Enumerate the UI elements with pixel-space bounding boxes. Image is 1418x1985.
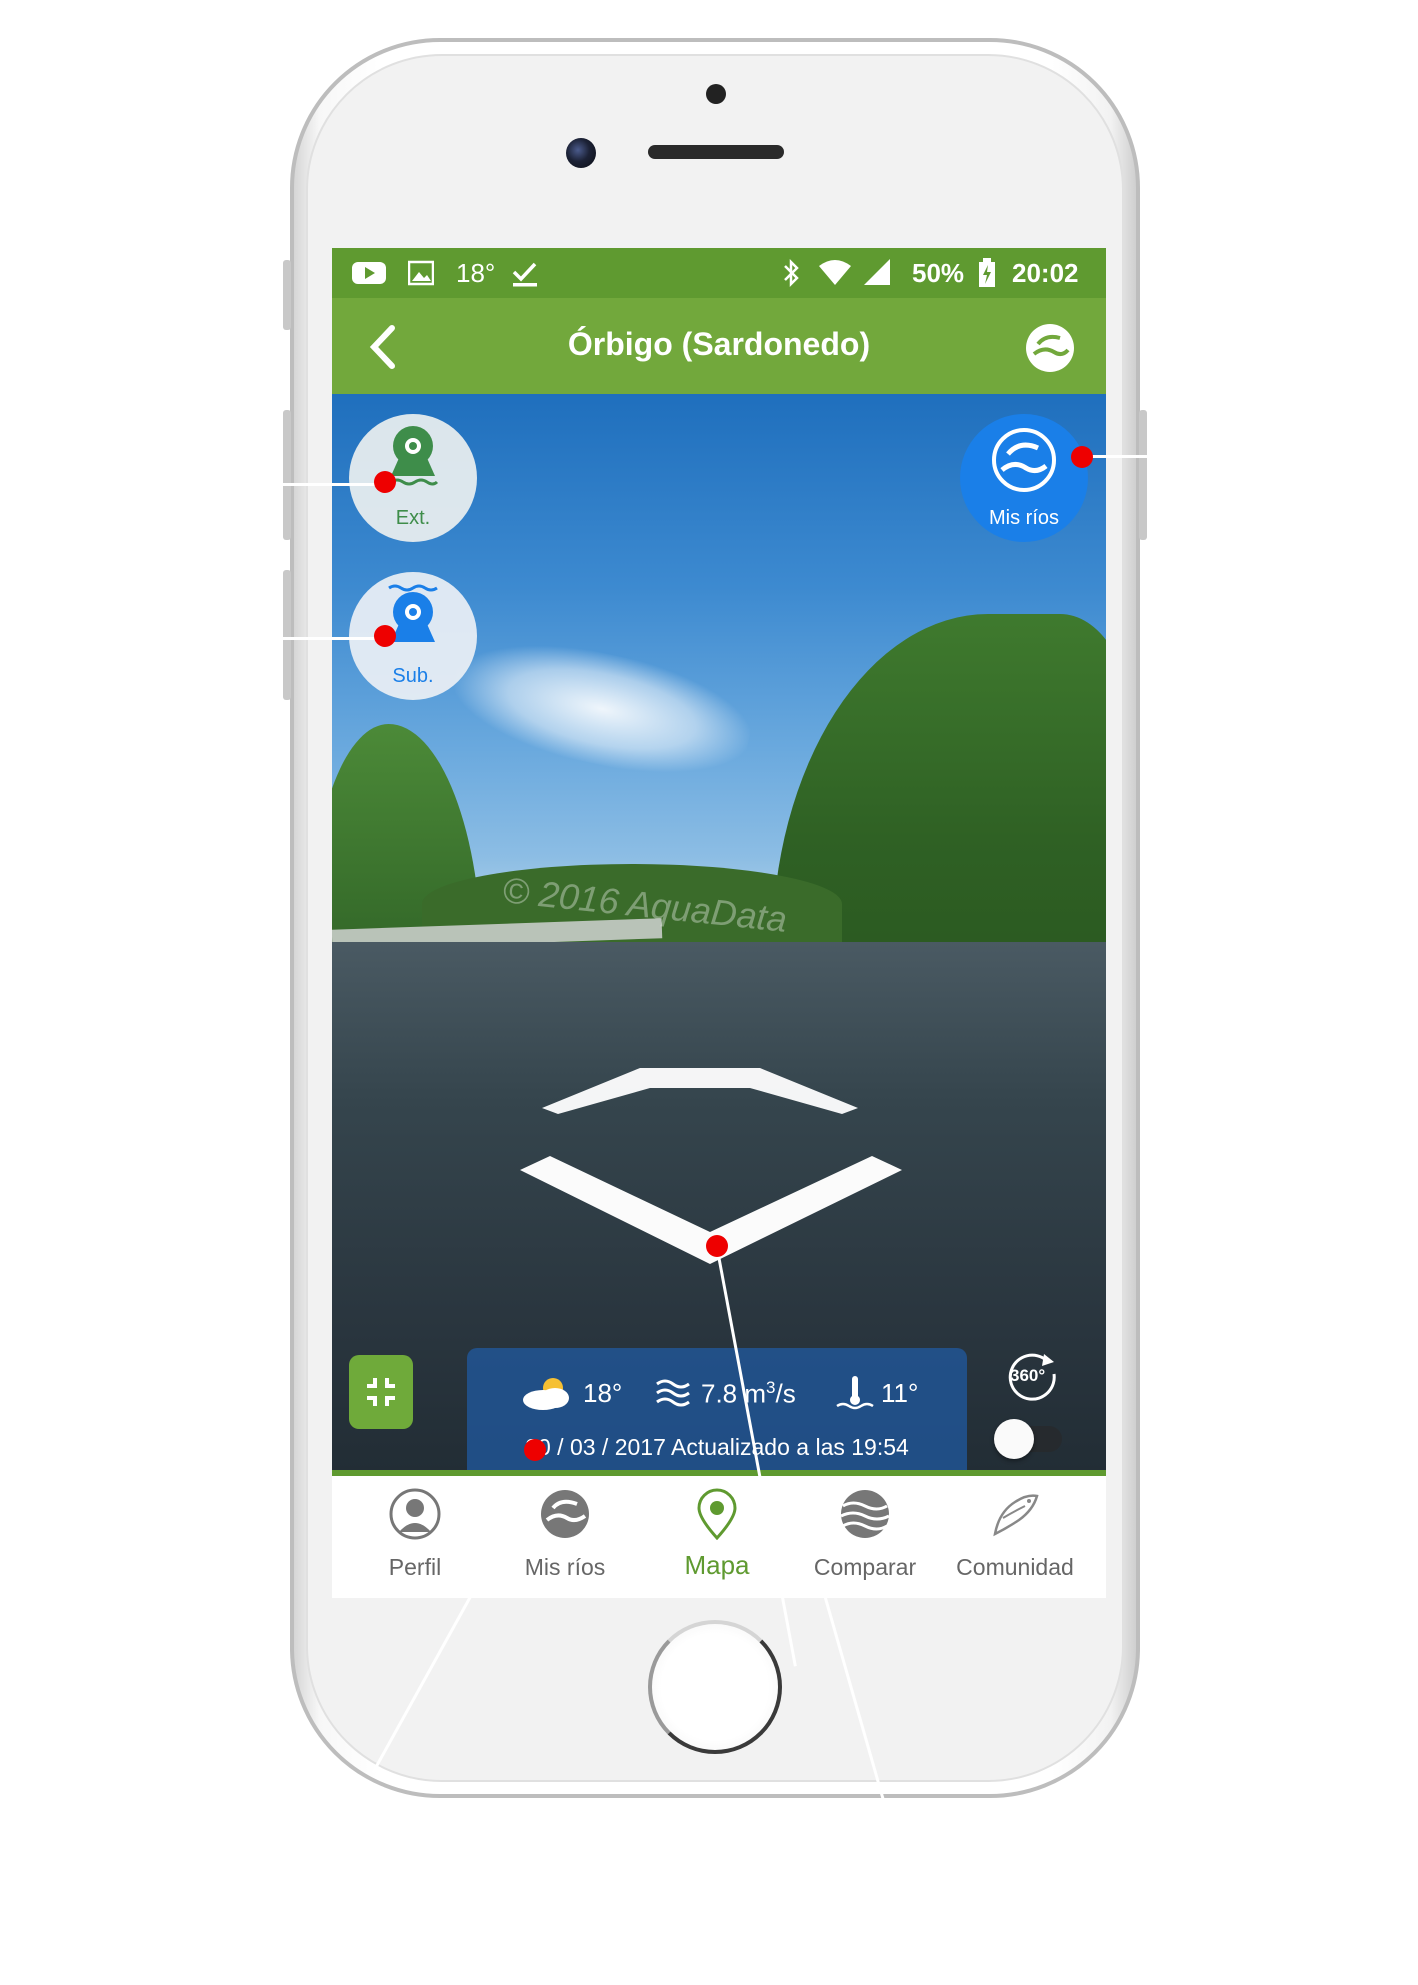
battery-percent: 50% xyxy=(912,258,965,288)
tab-comunidad[interactable]: Comunidad xyxy=(940,1476,1090,1598)
mute-switch xyxy=(283,260,291,330)
river-flow: 7.8 m3/s xyxy=(701,1378,796,1410)
fish-icon xyxy=(993,1494,1039,1537)
tab-label: Comparar xyxy=(813,1554,917,1580)
tab-mis-rios[interactable]: Mis ríos xyxy=(490,1476,640,1598)
app-screen: 18° 50% 20:02 Órbigo (Sardonedo) © 2016 … xyxy=(332,248,1106,1598)
status-time: 20:02 xyxy=(1012,258,1079,288)
battery-charging-icon xyxy=(979,258,995,287)
water-temperature: 11° xyxy=(881,1378,919,1408)
river-icon xyxy=(992,428,1056,492)
callout-line-ext xyxy=(283,483,383,486)
flow-unit: /s xyxy=(775,1378,796,1409)
my-rivers-floating-button[interactable]: Mis ríos xyxy=(960,414,1088,542)
tab-label: Perfil xyxy=(388,1554,442,1580)
tab-label: Mapa xyxy=(684,1550,750,1580)
highlight-dot-date xyxy=(524,1439,546,1461)
volume-down-button xyxy=(283,570,291,700)
earpiece-speaker xyxy=(648,145,784,159)
river-logo-icon[interactable] xyxy=(1024,322,1076,374)
highlight-dot-arrow xyxy=(706,1235,728,1257)
bottom-tab-bar: Perfil Mis ríos Mapa Comparar Comunidad xyxy=(332,1470,1106,1598)
tab-label: Comunidad xyxy=(956,1554,1074,1580)
youtube-icon xyxy=(352,262,386,284)
home-button[interactable] xyxy=(648,1620,782,1754)
view-360-toggle-label[interactable]: 360° xyxy=(1006,1350,1060,1404)
my-rivers-fab-label: Mis ríos xyxy=(989,507,1059,529)
underwater-label: Sub. xyxy=(392,665,434,687)
tab-comparar[interactable]: Comparar xyxy=(790,1476,940,1598)
callout-line-sub xyxy=(283,637,383,640)
flow-value: 7.8 m xyxy=(701,1378,767,1409)
panorama-view[interactable]: © 2016 AquaData Ext. Sub. Mis ríos 18° 7… xyxy=(332,394,1106,1470)
status-temperature: 18° xyxy=(456,258,496,288)
air-temperature: 18° xyxy=(583,1378,623,1408)
bluetooth-icon xyxy=(784,258,799,288)
image-icon xyxy=(408,260,434,286)
view-360-switch[interactable] xyxy=(994,1419,1062,1459)
exterior-label: Ext. xyxy=(395,507,431,529)
front-camera xyxy=(566,138,596,168)
power-button xyxy=(1139,410,1147,540)
compare-waves-icon xyxy=(840,1490,890,1538)
highlight-dot-sub xyxy=(374,625,396,647)
tab-label: Mis ríos xyxy=(524,1554,606,1580)
volume-up-button xyxy=(283,410,291,540)
exit-fullscreen-button[interactable] xyxy=(349,1355,413,1429)
status-bar: 18° 50% 20:02 xyxy=(332,248,1106,298)
water-temperature-icon xyxy=(836,1376,874,1410)
partly-cloudy-icon xyxy=(523,1378,569,1410)
exterior-camera-button[interactable]: Ext. xyxy=(349,414,477,542)
river-icon xyxy=(541,1490,589,1538)
underwater-camera-button[interactable]: Sub. xyxy=(349,572,477,700)
switch-knob xyxy=(994,1419,1034,1459)
download-done-icon xyxy=(512,262,537,287)
flow-exponent: 3 xyxy=(766,1378,776,1397)
flow-waves-icon xyxy=(656,1379,690,1407)
signal-icon xyxy=(864,259,890,285)
page-title: Órbigo (Sardonedo) xyxy=(567,326,871,362)
cloud xyxy=(443,624,761,794)
tab-perfil[interactable]: Perfil xyxy=(340,1476,490,1598)
collapse-icon xyxy=(367,1378,395,1406)
map-pin-icon xyxy=(697,1488,737,1540)
app-bar: Órbigo (Sardonedo) xyxy=(332,298,1106,394)
proximity-sensor xyxy=(706,84,726,104)
wifi-icon xyxy=(819,260,851,285)
highlight-dot-mis-rios xyxy=(1071,446,1093,468)
view-360-label: 360° xyxy=(1010,1366,1046,1385)
profile-icon xyxy=(389,1488,441,1540)
highlight-dot-ext xyxy=(374,471,396,493)
